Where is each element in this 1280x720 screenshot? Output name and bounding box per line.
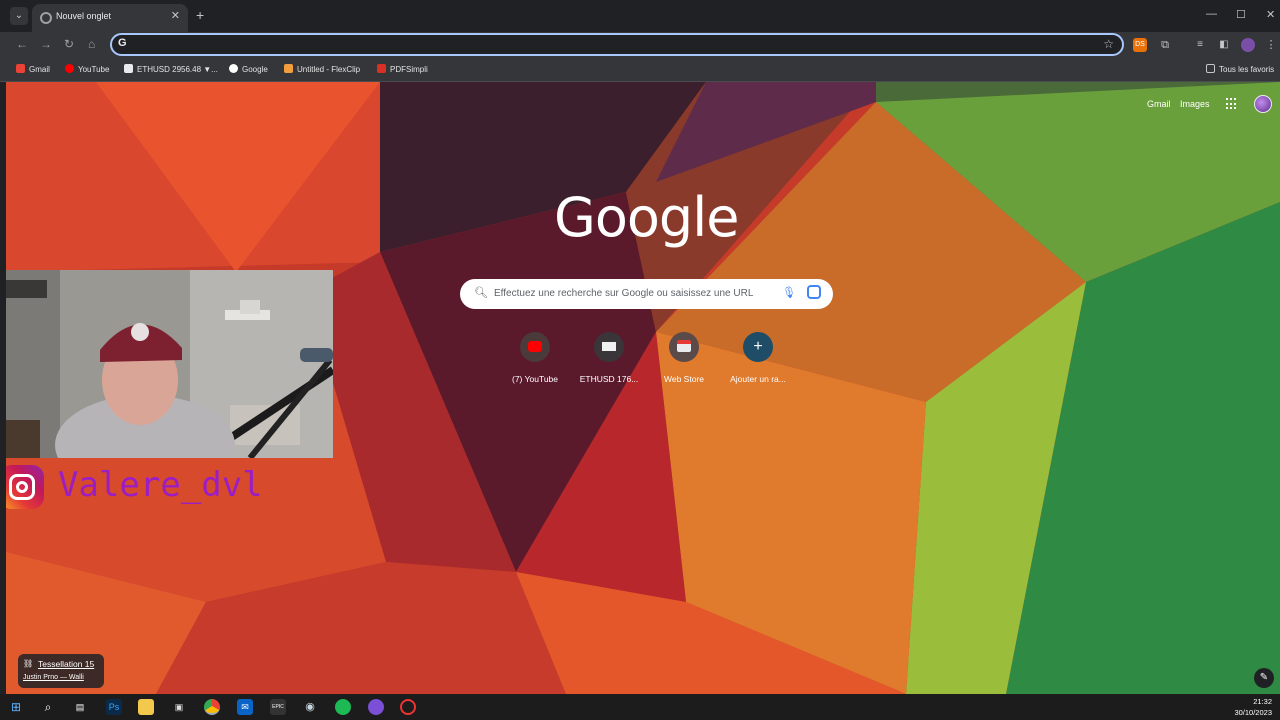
discord-icon[interactable] xyxy=(368,699,384,715)
pdf-icon xyxy=(377,64,386,73)
gmail-icon xyxy=(16,64,25,73)
webstore-icon xyxy=(669,332,699,362)
google-logo: Google xyxy=(554,186,739,249)
steam-icon[interactable]: ◉ xyxy=(302,699,318,715)
chrome-icon[interactable] xyxy=(204,699,220,715)
address-bar[interactable]: G ☆ xyxy=(110,33,1124,56)
windows-start-icon[interactable]: ⊞ xyxy=(8,699,24,715)
extension-ds-icon[interactable]: DS xyxy=(1133,38,1147,52)
shortcut-label: Ajouter un ra... xyxy=(730,374,786,384)
shortcut-youtube[interactable]: (7) YouTube xyxy=(497,332,573,384)
store-icon[interactable]: ▣ xyxy=(171,699,187,715)
new-tab-page: Gmail Images Google 🔍︎ Effectuez une rec… xyxy=(6,82,1280,694)
reading-list-icon[interactable]: ≡ xyxy=(1193,38,1207,52)
close-window-button[interactable]: ✕ xyxy=(1266,8,1275,21)
customize-pencil-icon[interactable]: ✎ xyxy=(1254,668,1274,688)
tab-strip: ⌄ Nouvel onglet ✕ + — ☐ ✕ xyxy=(0,0,1280,32)
instagram-handle: Valere_dvl xyxy=(58,465,263,505)
tradingview-icon xyxy=(124,64,133,73)
search-placeholder: Effectuez une recherche sur Google ou sa… xyxy=(494,288,754,299)
side-panel-icon[interactable]: ◧ xyxy=(1217,38,1231,52)
bookmark-pdfsimpli[interactable]: PDFSimpli xyxy=(377,64,428,74)
shortcut-ethusd[interactable]: ETHUSD 176... xyxy=(571,332,647,384)
obs-icon[interactable] xyxy=(400,699,416,715)
file-explorer-icon[interactable] xyxy=(138,699,154,715)
bookmark-gmail[interactable]: Gmail xyxy=(16,64,50,74)
images-link[interactable]: Images xyxy=(1180,99,1210,109)
shortcut-label: (7) YouTube xyxy=(512,374,558,384)
plus-icon: + xyxy=(743,332,773,362)
webcam-person-image xyxy=(6,270,333,458)
maximize-button[interactable]: ☐ xyxy=(1236,8,1246,21)
gmail-link[interactable]: Gmail xyxy=(1147,99,1171,109)
shortcut-label: ETHUSD 176... xyxy=(579,374,639,384)
profile-avatar[interactable] xyxy=(1241,38,1255,52)
youtube-icon xyxy=(65,64,74,73)
google-g-icon: G xyxy=(118,37,127,49)
new-tab-button[interactable]: + xyxy=(196,8,204,22)
search-icon: 🔍︎ xyxy=(474,287,488,299)
all-bookmarks-folder[interactable]: Tous les favoris xyxy=(1206,64,1274,74)
extensions-puzzle-icon[interactable]: ⧉ xyxy=(1158,38,1172,52)
clock-time: 21:32 xyxy=(1253,697,1272,706)
shortcut-add[interactable]: + Ajouter un ra... xyxy=(720,332,796,384)
google-lens-icon[interactable] xyxy=(807,285,821,299)
tab-favicon-icon xyxy=(40,12,52,24)
background-credit[interactable]: ⛓ Tessellation 15 Justin Prno — Walli xyxy=(18,654,104,688)
instagram-tag: Valere_dvl xyxy=(6,462,320,512)
webcam-overlay xyxy=(6,270,333,458)
flexclip-icon xyxy=(284,64,293,73)
instagram-icon xyxy=(6,465,44,509)
epic-games-icon[interactable]: EPIC xyxy=(270,699,286,715)
tab-close-icon[interactable]: ✕ xyxy=(171,9,180,22)
search-box[interactable]: 🔍︎ Effectuez une recherche sur Google ou… xyxy=(460,279,833,309)
bookmark-ethusd[interactable]: ETHUSD 2956.48 ▼... xyxy=(124,64,218,74)
tab-new-tab[interactable]: Nouvel onglet ✕ xyxy=(32,4,188,32)
bookmark-youtube[interactable]: YouTube xyxy=(65,64,109,74)
credit-title[interactable]: Tessellation 15 xyxy=(38,659,94,669)
bookmark-google[interactable]: Google xyxy=(229,64,268,74)
clock-date: 30/10/2023 xyxy=(1234,708,1272,717)
minimize-button[interactable]: — xyxy=(1206,8,1217,20)
microphone-icon[interactable]: 🎙︎ xyxy=(782,286,796,299)
windows-taskbar: ⊞ ⌕ ▤ Ps ▣ ✉ EPIC ◉ 21:32 30/10/2023 xyxy=(0,694,1280,720)
credit-subtitle[interactable]: Justin Prno — Walli xyxy=(23,674,84,681)
bookmarks-bar: Gmail YouTube ETHUSD 2956.48 ▼... Google… xyxy=(0,58,1280,82)
task-view-icon[interactable]: ▤ xyxy=(72,699,88,715)
menu-kebab-icon[interactable]: ⋮ xyxy=(1264,38,1278,52)
shortcut-web-store[interactable]: Web Store xyxy=(646,332,722,384)
google-icon xyxy=(229,64,238,73)
back-icon[interactable]: ← xyxy=(16,38,28,50)
forward-icon[interactable]: → xyxy=(40,38,52,50)
tradingview-icon xyxy=(594,332,624,362)
browser-toolbar: ← → ↻ ⌂ G ☆ DS ⧉ ≡ ◧ ⋮ xyxy=(0,32,1280,58)
folder-icon xyxy=(1206,64,1215,73)
google-apps-icon[interactable] xyxy=(1226,98,1238,110)
spotify-icon[interactable] xyxy=(335,699,351,715)
home-icon[interactable]: ⌂ xyxy=(88,38,95,50)
shortcut-label: Web Store xyxy=(663,374,704,384)
photoshop-icon[interactable]: Ps xyxy=(106,699,122,715)
reload-icon[interactable]: ↻ xyxy=(64,38,74,50)
mail-icon[interactable]: ✉ xyxy=(237,699,253,715)
search-icon[interactable]: ⌕ xyxy=(40,699,56,715)
system-clock[interactable]: 21:32 30/10/2023 xyxy=(1234,696,1272,718)
tab-title: Nouvel onglet xyxy=(56,11,112,21)
account-avatar[interactable] xyxy=(1254,95,1272,113)
link-icon: ⛓ xyxy=(23,659,34,668)
bookmark-flexclip[interactable]: Untitled - FlexClip xyxy=(284,64,360,74)
youtube-icon xyxy=(520,332,550,362)
tab-search-button[interactable]: ⌄ xyxy=(10,7,28,25)
bookmark-star-icon[interactable]: ☆ xyxy=(1103,37,1114,51)
